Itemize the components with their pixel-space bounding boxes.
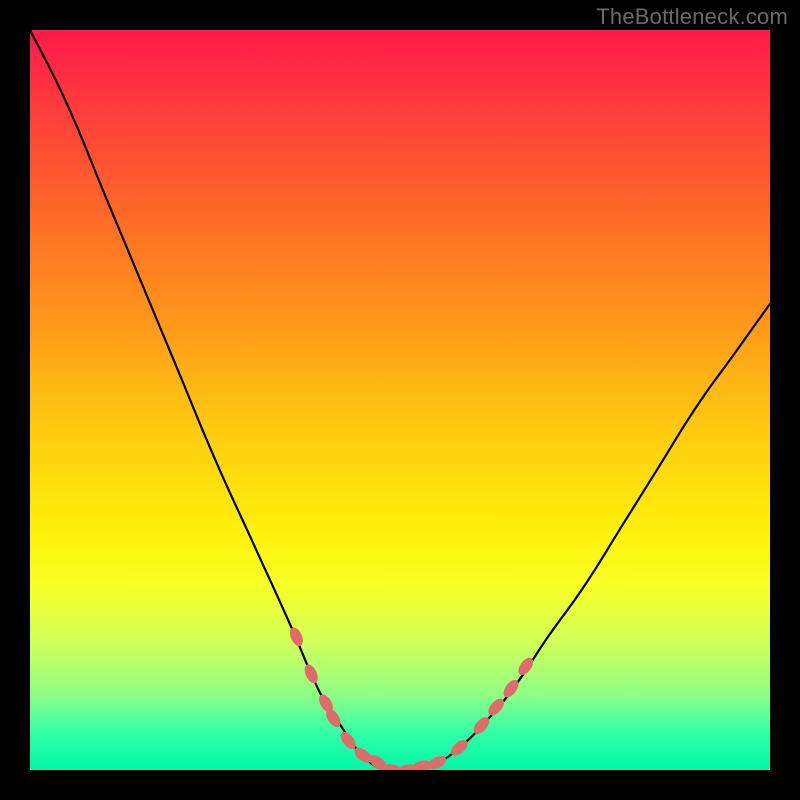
marker-dot (382, 762, 404, 770)
marker-dot (338, 729, 359, 751)
marker-dot (367, 752, 390, 770)
bottleneck-curve (30, 30, 770, 770)
marker-dot (471, 714, 493, 736)
marker-dot (485, 696, 507, 718)
curve-line (30, 30, 770, 770)
marker-dot (302, 662, 320, 685)
marker-dot (352, 745, 375, 766)
marker-dot (397, 763, 419, 770)
marker-dot (501, 677, 522, 700)
marker-dot (515, 655, 536, 678)
marker-dot (323, 707, 343, 730)
curve-svg (30, 30, 770, 770)
marker-dot (411, 759, 433, 770)
marker-dot (316, 692, 335, 715)
plot-area (30, 30, 770, 770)
watermark-text: TheBottleneck.com (596, 4, 788, 30)
chart-frame: TheBottleneck.com (0, 0, 800, 800)
highlight-markers (287, 625, 536, 770)
marker-dot (448, 737, 470, 758)
marker-dot (287, 625, 305, 648)
marker-dot (426, 753, 449, 770)
